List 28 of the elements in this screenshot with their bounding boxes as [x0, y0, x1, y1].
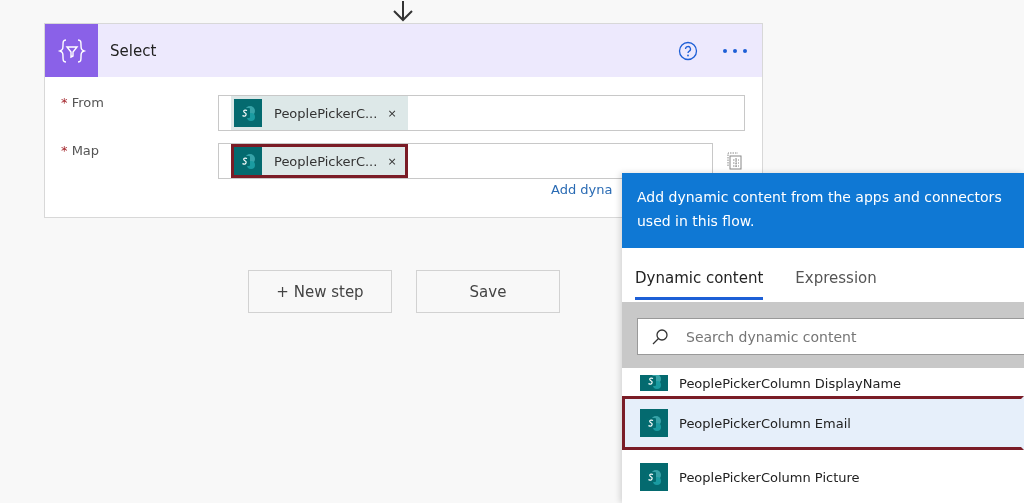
dynamic-content-item[interactable]: PeoplePickerColumn DisplayName — [622, 368, 1024, 396]
remove-icon[interactable]: × — [387, 154, 397, 168]
action-button[interactable]: Save — [416, 270, 560, 313]
help-icon[interactable] — [678, 40, 698, 61]
action-title: Select — [110, 41, 158, 60]
sharepoint-icon — [640, 409, 668, 437]
search-field[interactable]: Search dynamic content — [637, 318, 1024, 355]
search-icon — [651, 328, 669, 346]
sharepoint-icon — [234, 147, 262, 175]
input-field[interactable]: PeoplePickerC... × — [218, 95, 745, 131]
remove-icon[interactable]: × — [387, 106, 397, 120]
down-arrow-icon — [391, 0, 415, 22]
sharepoint-icon — [640, 463, 668, 491]
more-icon[interactable] — [722, 47, 748, 54]
field-label: * From — [60, 94, 105, 110]
field-label: * Map — [60, 142, 101, 158]
token-chip[interactable]: PeoplePickerC... × — [231, 96, 408, 130]
sharepoint-icon — [640, 375, 668, 391]
panel-tab[interactable]: Dynamic content — [635, 256, 764, 300]
sharepoint-icon — [234, 99, 262, 127]
panel-tab[interactable]: Expression — [795, 256, 877, 300]
add-dynamic-content-link[interactable]: Add dyna — [551, 182, 613, 197]
token-chip[interactable]: PeoplePickerC... × — [231, 144, 408, 178]
dynamic-content-item[interactable]: PeoplePickerColumn Picture — [622, 450, 1024, 503]
action-button[interactable]: + New step — [248, 270, 392, 313]
input-field[interactable]: PeoplePickerC... × — [218, 143, 713, 179]
panel-message: Add dynamic content from the apps and connectors used in this flow. — [622, 173, 1024, 248]
dynamic-content-item[interactable]: PeoplePickerColumn Email — [622, 396, 1024, 450]
